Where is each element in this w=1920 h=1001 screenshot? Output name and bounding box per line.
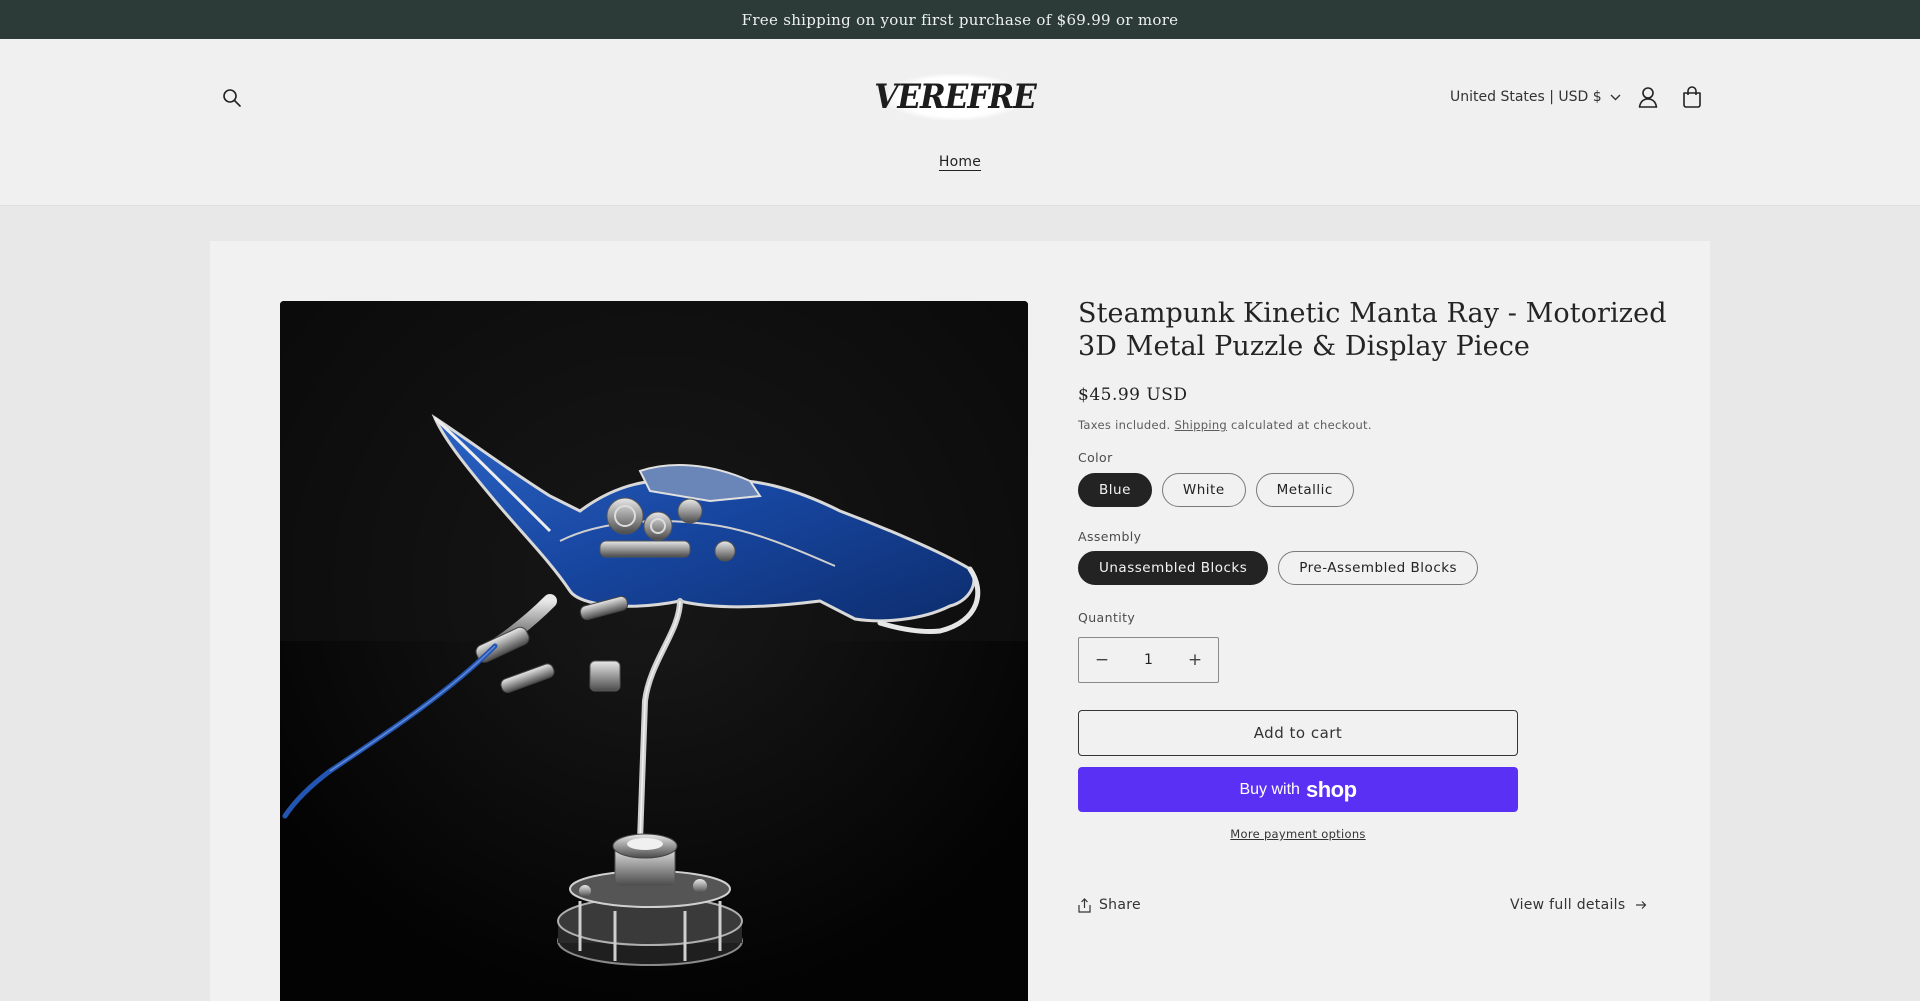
- more-payment-options: More payment options: [1078, 827, 1518, 841]
- nav-link-home[interactable]: Home: [939, 154, 981, 170]
- arrow-right-icon: [1636, 901, 1647, 909]
- account-button[interactable]: [1635, 83, 1661, 111]
- quantity-input[interactable]: [1126, 651, 1171, 669]
- cart-button[interactable]: [1679, 83, 1705, 111]
- announcement-bar: Free shipping on your first purchase of …: [0, 0, 1920, 39]
- logo-text: VEREFRE: [874, 77, 1036, 117]
- view-full-details-label: View full details: [1510, 897, 1626, 913]
- cart-icon: [1683, 86, 1701, 108]
- more-payment-options-link[interactable]: More payment options: [1230, 827, 1365, 841]
- announcement-text: Free shipping on your first purchase of …: [741, 10, 1179, 29]
- account-icon: [1638, 87, 1658, 108]
- color-option-label: Color: [1078, 450, 1113, 465]
- color-option-white[interactable]: White: [1161, 473, 1246, 507]
- assembly-option-group: Unassembled Blocks Pre-Assembled Blocks: [1078, 551, 1479, 585]
- minus-icon: −: [1094, 650, 1110, 670]
- quantity-stepper: − +: [1078, 637, 1219, 683]
- shipping-policy-link[interactable]: Shipping: [1174, 418, 1227, 432]
- quantity-label: Quantity: [1078, 610, 1136, 625]
- country-currency-selector[interactable]: United States | USD $: [1450, 82, 1621, 112]
- quantity-increase-button[interactable]: +: [1172, 638, 1218, 682]
- site-header: VEREFRE United States | USD $ Home: [0, 39, 1920, 206]
- manta-ray-photo: [280, 301, 1028, 1001]
- view-full-details-link[interactable]: View full details: [1510, 897, 1647, 913]
- share-label: Share: [1099, 897, 1141, 913]
- tax-note-prefix: Taxes included.: [1078, 418, 1171, 432]
- search-button[interactable]: [219, 85, 245, 111]
- product-info: Steampunk Kinetic Manta Ray - Motorized …: [1078, 297, 1678, 913]
- search-icon: [223, 89, 241, 107]
- shop-pay-logo: shop: [1305, 776, 1357, 802]
- assembly-option-unassembled[interactable]: Unassembled Blocks: [1078, 551, 1269, 585]
- share-button[interactable]: Share: [1078, 897, 1141, 913]
- share-icon: [1078, 897, 1091, 913]
- country-currency-label: United States | USD $: [1450, 89, 1602, 105]
- buy-with-shop-button[interactable]: Buy with shop: [1078, 767, 1518, 812]
- assembly-option-label: Assembly: [1078, 529, 1142, 544]
- plus-icon: +: [1187, 650, 1203, 670]
- site-logo[interactable]: VEREFRE: [874, 74, 1037, 120]
- color-option-group: Blue White Metallic: [1078, 473, 1354, 507]
- product-price: $45.99 USD: [1078, 385, 1188, 405]
- assembly-option-pre-assembled[interactable]: Pre-Assembled Blocks: [1278, 551, 1479, 585]
- tax-note-suffix: calculated at checkout.: [1230, 418, 1372, 432]
- product-section: Steampunk Kinetic Manta Ray - Motorized …: [210, 241, 1710, 1001]
- main-nav: Home: [0, 154, 1920, 170]
- product-title: Steampunk Kinetic Manta Ray - Motorized …: [1078, 298, 1667, 362]
- color-option-blue[interactable]: Blue: [1078, 473, 1152, 507]
- product-image[interactable]: [280, 301, 1028, 1001]
- chevron-down-icon: [1610, 94, 1621, 100]
- add-to-cart-button[interactable]: Add to cart: [1078, 710, 1518, 756]
- buy-with-label: Buy with: [1239, 780, 1300, 798]
- color-option-metallic[interactable]: Metallic: [1255, 473, 1354, 507]
- tax-note: Taxes included. Shipping calculated at c…: [1078, 418, 1372, 432]
- quantity-decrease-button[interactable]: −: [1079, 638, 1125, 682]
